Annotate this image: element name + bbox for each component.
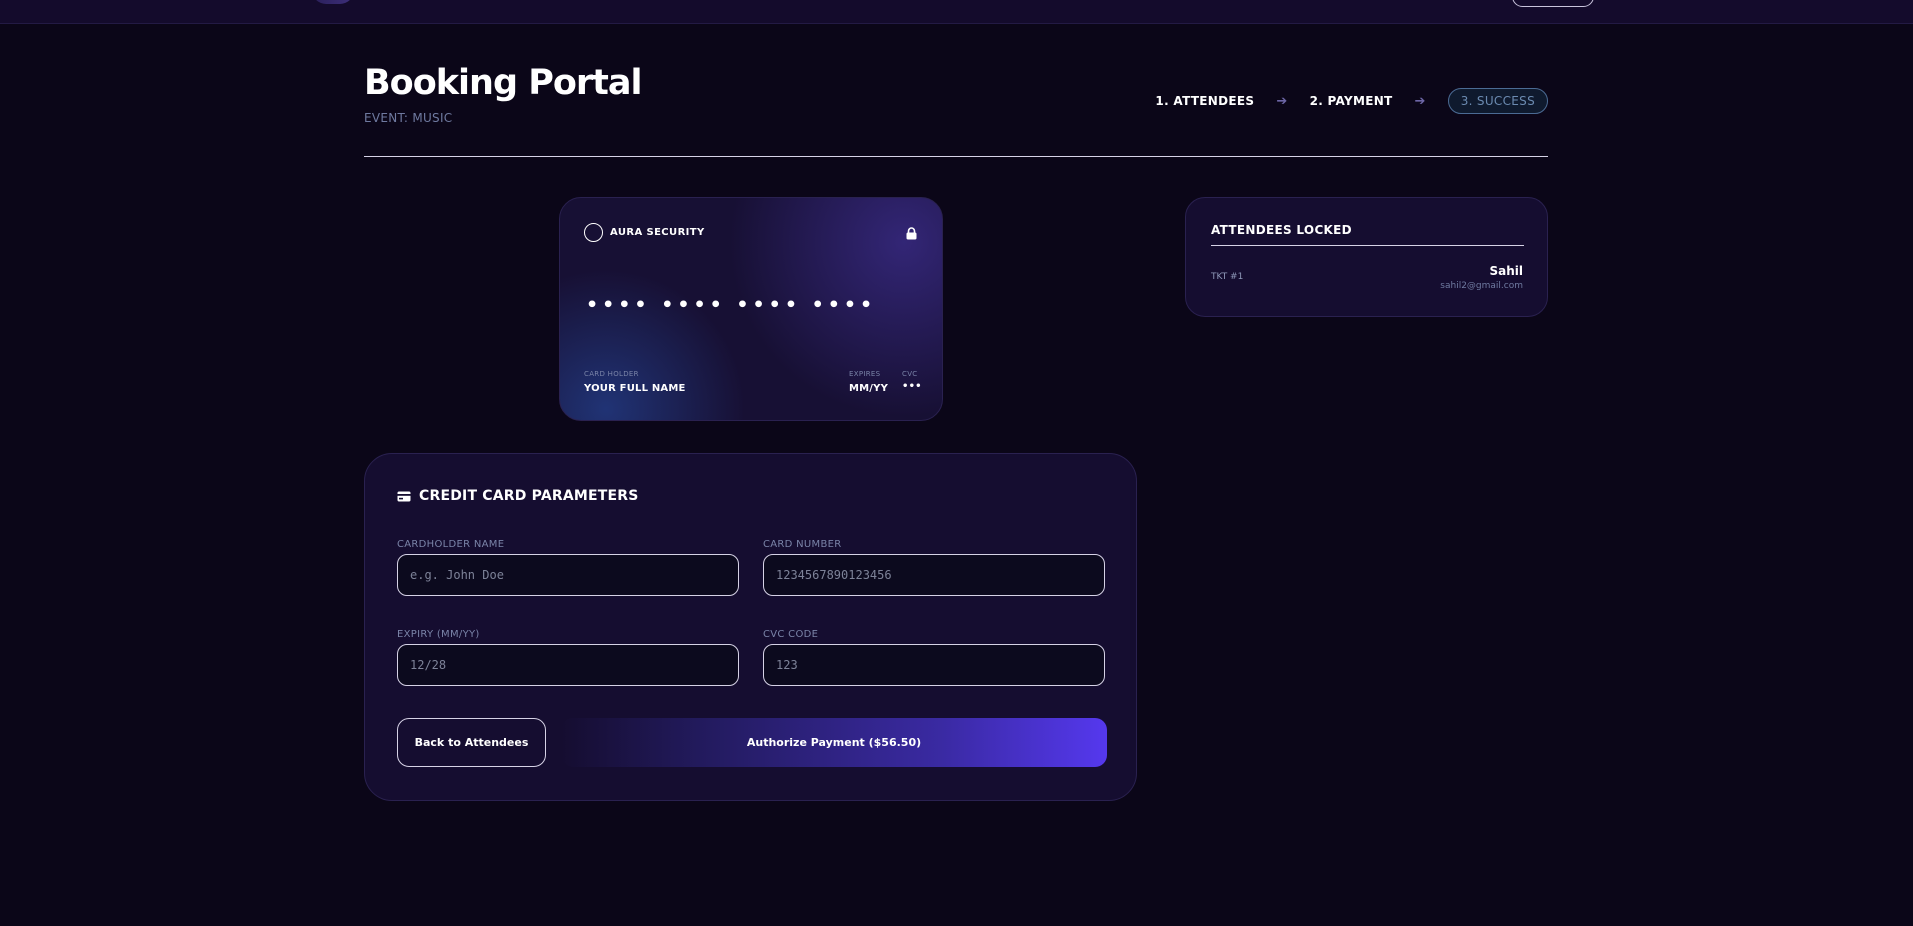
card-cvc-label: CVC — [902, 370, 918, 378]
card-holder-label: CARD HOLDER — [584, 370, 639, 378]
back-to-attendees-button[interactable]: Back to Attendees — [397, 718, 546, 767]
expiry-input[interactable] — [397, 644, 739, 686]
form-title-label: CREDIT CARD PARAMETERS — [419, 488, 639, 504]
step-attendees[interactable]: 1. ATTENDEES — [1155, 94, 1254, 108]
card-number-display: •••• •••• •••• •••• — [586, 294, 877, 316]
credit-card-preview: AURA SECURITY •••• •••• •••• •••• CARD H… — [559, 197, 943, 421]
payment-form-panel: CREDIT CARD PARAMETERS CARDHOLDER NAME C… — [364, 453, 1137, 801]
cvc-input[interactable] — [763, 644, 1105, 686]
nav-pill-button[interactable] — [1512, 0, 1594, 7]
attendees-title: ATTENDEES LOCKED — [1211, 223, 1352, 237]
card-brand: AURA SECURITY — [584, 223, 705, 242]
card-cvc-value: ••• — [902, 381, 922, 392]
card-expires-value: MM/YY — [849, 383, 889, 394]
header-divider — [364, 156, 1548, 157]
card-number-input[interactable] — [763, 554, 1105, 596]
cardholder-label: CARDHOLDER NAME — [397, 539, 505, 550]
attendees-divider — [1211, 245, 1524, 246]
attendee-email: sahil2@gmail.com — [1440, 281, 1523, 291]
arrow-right-icon: ➔ — [1276, 93, 1288, 109]
top-navbar — [0, 0, 1913, 24]
lock-icon — [906, 225, 917, 244]
step-success[interactable]: 3. SUCCESS — [1447, 88, 1548, 114]
cvc-label: CVC CODE — [763, 629, 819, 640]
arrow-right-icon: ➔ — [1414, 93, 1426, 109]
expiry-label: EXPIRY (MM/YY) — [397, 629, 480, 640]
card-expires-label: EXPIRES — [849, 370, 881, 378]
card-brand-label: AURA SECURITY — [610, 227, 705, 238]
step-payment[interactable]: 2. PAYMENT — [1310, 94, 1393, 108]
card-holder-value: YOUR FULL NAME — [584, 383, 686, 394]
cardholder-name-input[interactable] — [397, 554, 739, 596]
authorize-payment-button[interactable]: Authorize Payment ($56.50) — [561, 718, 1107, 767]
circle-logo-icon — [584, 223, 603, 242]
ticket-number: TKT #1 — [1211, 272, 1244, 282]
credit-card-icon — [397, 491, 411, 501]
attendees-locked-card: ATTENDEES LOCKED TKT #1 Sahil sahil2@gma… — [1185, 197, 1548, 317]
page-header: Booking Portal EVENT: MUSIC 1. ATTENDEES… — [364, 66, 1548, 125]
attendee-name: Sahil — [1489, 264, 1523, 278]
card-number-label: CARD NUMBER — [763, 539, 842, 550]
step-indicator: 1. ATTENDEES ➔ 2. PAYMENT ➔ 3. SUCCESS — [1155, 88, 1548, 114]
logo-icon[interactable] — [312, 0, 354, 4]
form-title: CREDIT CARD PARAMETERS — [397, 488, 639, 504]
